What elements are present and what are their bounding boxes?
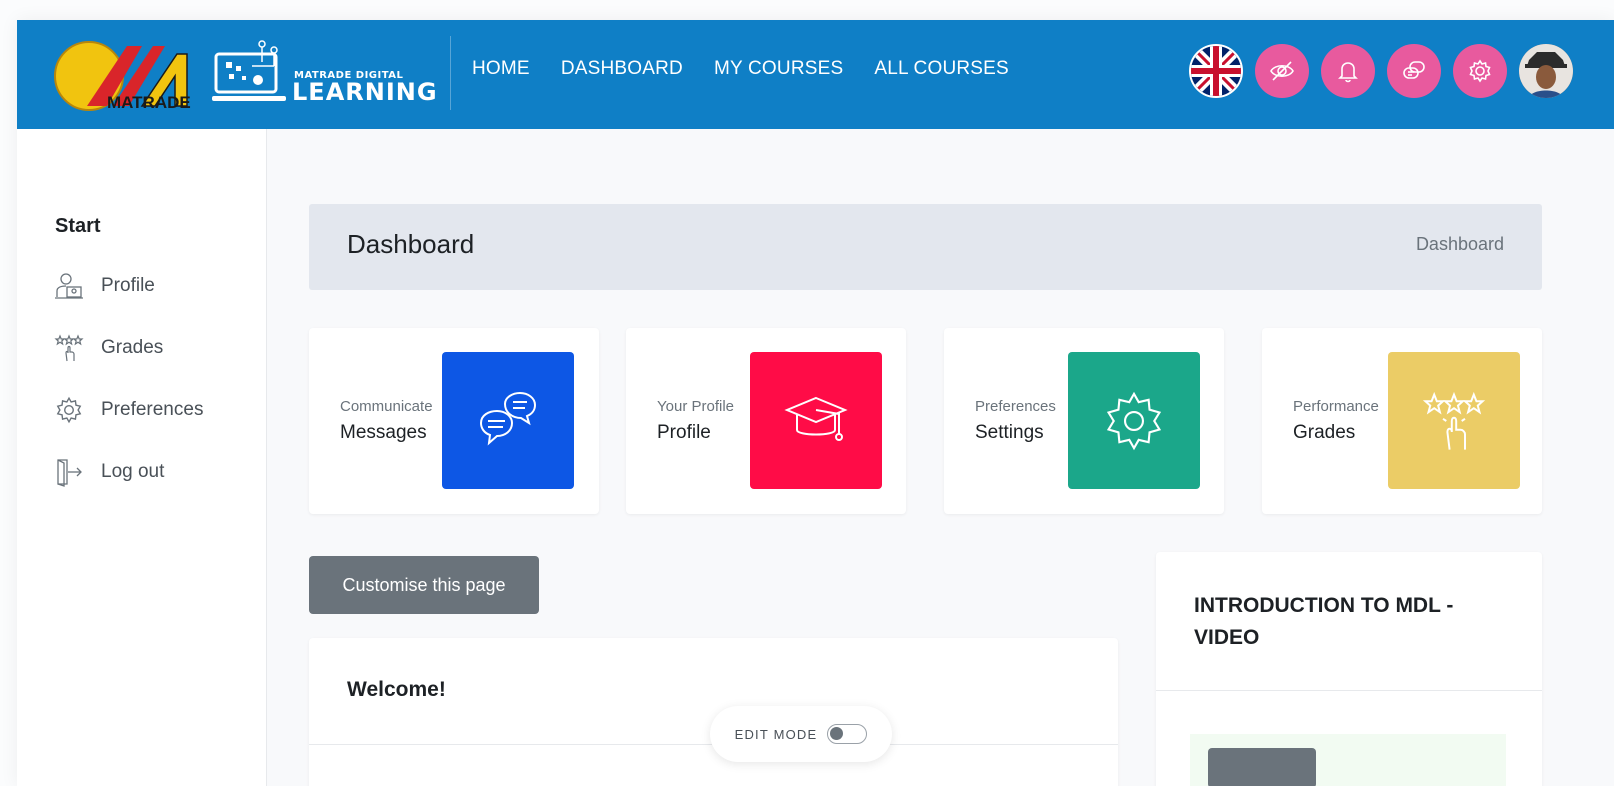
card-title: Messages <box>340 422 427 443</box>
profile-icon <box>53 270 85 302</box>
mdl-logo-big-text: LEARNING <box>292 78 438 106</box>
nav-dashboard[interactable]: DASHBOARD <box>561 58 683 80</box>
main-nav: HOME DASHBOARD MY COURSES ALL COURSES <box>472 58 1040 80</box>
intro-divider <box>1156 690 1542 691</box>
bell-icon[interactable] <box>1321 44 1375 98</box>
sidebar-item-label: Log out <box>101 461 165 482</box>
card-grades[interactable]: Performance Grades <box>1262 328 1542 514</box>
card-settings[interactable]: Preferences Settings <box>944 328 1224 514</box>
sidebar-item-label: Preferences <box>101 399 204 420</box>
sidebar-item-label: Profile <box>101 275 155 296</box>
customise-page-button[interactable]: Customise this page <box>309 556 539 614</box>
gear-icon <box>53 394 85 426</box>
intro-video-button[interactable] <box>1208 748 1316 786</box>
card-subtitle: Communicate <box>340 398 433 415</box>
nav-divider <box>450 36 451 110</box>
mdl-logo[interactable]: MATRADE DIGITAL LEARNING <box>212 36 442 112</box>
intro-video-title: INTRODUCTION TO MDL - VIDEO <box>1194 594 1454 649</box>
page-title: Dashboard <box>347 229 475 259</box>
card-messages[interactable]: Communicate Messages <box>309 328 599 514</box>
welcome-block: Welcome! <box>309 638 1118 786</box>
sidebar-item-grades[interactable]: Grades <box>53 332 163 364</box>
nav-all-courses[interactable]: ALL COURSES <box>874 58 1009 80</box>
card-title: Grades <box>1293 422 1356 443</box>
chat-icon[interactable] <box>1387 44 1441 98</box>
intro-video-block: INTRODUCTION TO MDL - VIDEO <box>1156 552 1542 786</box>
gear-icon[interactable] <box>1068 352 1200 489</box>
logout-icon <box>53 456 85 488</box>
edit-mode-toggle[interactable] <box>827 724 868 744</box>
avatar[interactable] <box>1519 44 1573 98</box>
edit-mode-label: EDIT MODE <box>734 726 818 742</box>
eye-slash-icon[interactable] <box>1255 44 1309 98</box>
matrade-logo[interactable]: MATRADE <box>47 36 207 112</box>
gear-icon[interactable] <box>1453 44 1507 98</box>
nav-my-courses[interactable]: MY COURSES <box>714 58 843 80</box>
grades-icon[interactable] <box>1388 352 1520 489</box>
sidebar: Start Profile Grades Preferences Log out <box>17 129 267 786</box>
card-title: Settings <box>975 422 1044 443</box>
welcome-title: Welcome! <box>347 678 446 701</box>
edit-mode-control: EDIT MODE <box>710 706 892 762</box>
header-icons <box>1189 44 1573 98</box>
toggle-knob <box>830 727 844 740</box>
card-subtitle: Your Profile <box>657 398 734 415</box>
page-frame: MATRADE MATRADE DIGITAL LEARNING HOME DA… <box>17 20 1614 786</box>
breadcrumb[interactable]: Dashboard <box>1416 234 1504 255</box>
uk-flag-icon[interactable] <box>1189 44 1243 98</box>
card-subtitle: Preferences <box>975 398 1056 415</box>
sidebar-item-profile[interactable]: Profile <box>53 270 155 302</box>
sidebar-title: Start <box>55 215 101 237</box>
sidebar-item-logout[interactable]: Log out <box>53 456 164 488</box>
card-subtitle: Performance <box>1293 398 1379 415</box>
card-profile[interactable]: Your Profile Profile <box>626 328 906 514</box>
grades-icon <box>53 332 85 364</box>
matrade-logo-text: MATRADE <box>107 93 191 112</box>
sidebar-item-preferences[interactable]: Preferences <box>53 394 203 426</box>
messages-icon[interactable] <box>442 352 574 489</box>
top-navbar: MATRADE MATRADE DIGITAL LEARNING HOME DA… <box>17 20 1614 129</box>
page-header: Dashboard Dashboard <box>309 204 1542 290</box>
nav-home[interactable]: HOME <box>472 58 530 80</box>
graduation-cap-icon[interactable] <box>750 352 882 489</box>
sidebar-item-label: Grades <box>101 337 164 358</box>
card-title: Profile <box>657 422 711 443</box>
